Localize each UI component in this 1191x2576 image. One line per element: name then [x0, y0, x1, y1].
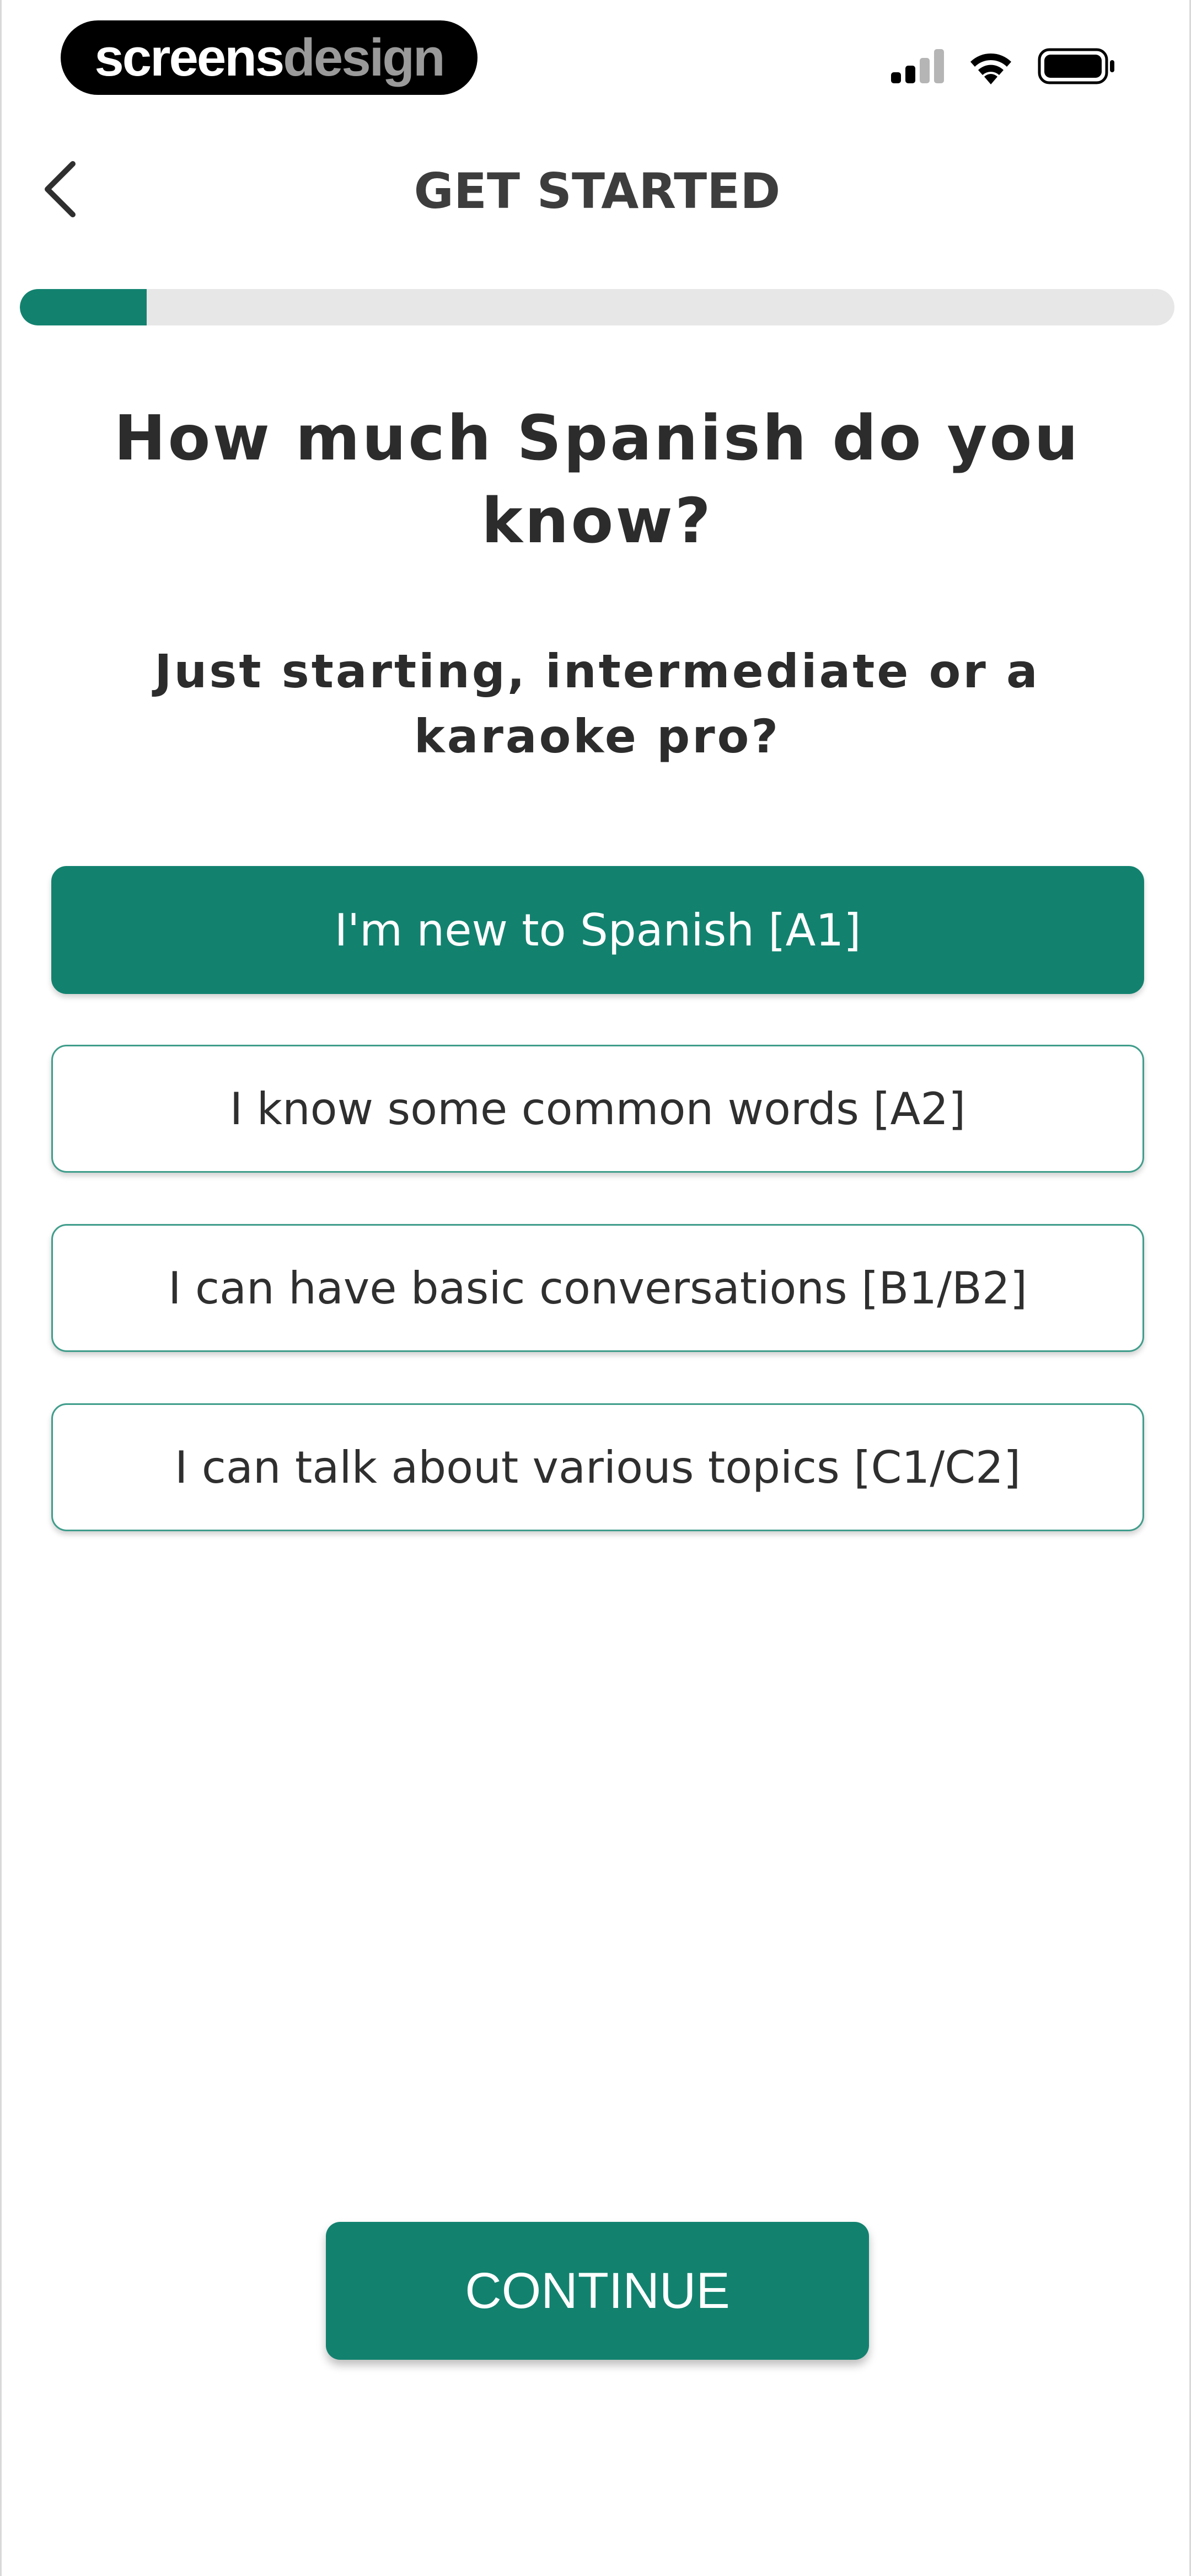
- signal-icon: [891, 49, 944, 85]
- continue-button[interactable]: CONTINUE: [326, 2222, 869, 2360]
- onboarding-screen: screens design GET STARTED How much Span…: [0, 0, 1191, 2576]
- option-a2[interactable]: I know some common words [A2]: [51, 1045, 1144, 1173]
- status-icons: [891, 45, 1115, 89]
- option-a1[interactable]: I'm new to Spanish [A1]: [51, 866, 1144, 994]
- wifi-icon: [966, 48, 1016, 87]
- question-title: How much Spanish do you know?: [114, 403, 1081, 557]
- option-c1-c2[interactable]: I can talk about various topics [C1/C2]: [51, 1403, 1144, 1531]
- logo-text-design: design: [283, 28, 445, 87]
- screensdesign-logo: screens design: [61, 20, 478, 95]
- progress-bar: [20, 289, 1174, 325]
- battery-icon: [1038, 48, 1115, 87]
- logo-text-screens: screens: [94, 28, 285, 87]
- page-title: GET STARTED: [414, 163, 781, 220]
- question-subtitle: Just starting, intermediate or a karaoke…: [154, 644, 1040, 763]
- progress-bar-fill: [20, 289, 147, 325]
- option-b1-b2[interactable]: I can have basic conversations [B1/B2]: [51, 1224, 1144, 1352]
